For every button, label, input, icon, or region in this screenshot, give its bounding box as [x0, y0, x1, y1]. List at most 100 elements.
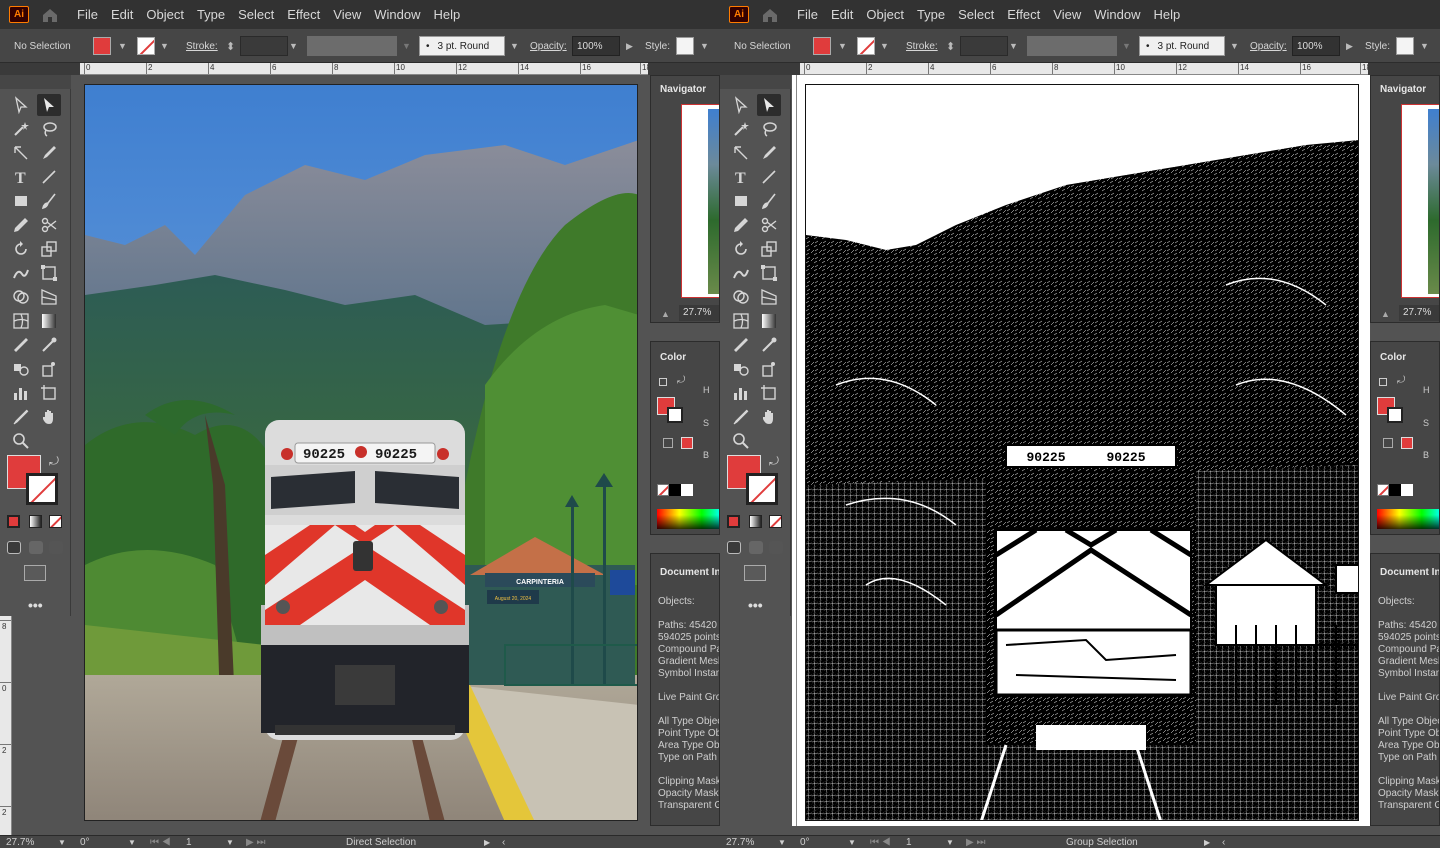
menu-type[interactable]: Type — [917, 7, 945, 22]
panel-stroke-swatch[interactable] — [1387, 407, 1403, 423]
horizontal-ruler[interactable]: 0 2 4 6 8 10 12 14 16 18 — [80, 63, 648, 75]
cube-icon[interactable] — [1383, 438, 1393, 448]
default-colors-icon[interactable] — [1379, 378, 1387, 386]
chevron-left-icon[interactable]: ‹ — [1222, 836, 1225, 848]
stepper-icon[interactable]: ⬍ — [946, 29, 955, 63]
fill-swatch[interactable] — [93, 37, 111, 55]
color-spectrum[interactable] — [657, 509, 719, 529]
perspective-icon[interactable] — [757, 286, 781, 308]
chevron-right-icon[interactable]: ▶ — [484, 836, 490, 848]
stroke-label[interactable]: Stroke: — [186, 29, 218, 63]
curvature-icon[interactable] — [37, 142, 61, 164]
slice-icon[interactable] — [9, 406, 33, 428]
line-icon[interactable] — [757, 166, 781, 188]
chevron-down-icon[interactable]: ▼ — [778, 836, 786, 848]
canvas[interactable]: CARPINTERIA August 20, 2024 90225 90225 — [72, 75, 650, 826]
stroke-weight-field[interactable] — [960, 36, 1008, 56]
stepper-icon[interactable]: ⬍ — [226, 29, 235, 63]
warp-icon[interactable] — [9, 262, 33, 284]
canvas[interactable]: 90225 90225 — [792, 75, 1374, 826]
menu-select[interactable]: Select — [958, 7, 994, 22]
type-icon[interactable]: T — [729, 166, 753, 188]
cube-icon[interactable] — [663, 438, 673, 448]
scissors-icon[interactable] — [37, 214, 61, 236]
home-icon[interactable] — [41, 7, 59, 23]
chevron-down-icon[interactable]: ▼ — [1009, 29, 1018, 63]
chevron-right-icon[interactable]: ▶ — [1204, 836, 1210, 848]
stroke-swatch[interactable] — [137, 37, 155, 55]
chevron-down-icon[interactable]: ▼ — [402, 29, 411, 63]
draw-behind-icon[interactable] — [29, 541, 43, 554]
free-transform-icon[interactable] — [37, 262, 61, 284]
more-tools-icon[interactable]: ••• — [28, 597, 43, 613]
horizontal-ruler[interactable]: 0 2 4 6 8 10 12 14 16 18 — [800, 63, 1368, 75]
artboard-nav-first-icon[interactable]: ⏮ ◀ — [870, 836, 891, 848]
chevron-down-icon[interactable]: ▼ — [880, 29, 889, 63]
chevron-down-icon[interactable]: ▼ — [58, 836, 66, 848]
menu-object[interactable]: Object — [866, 7, 904, 22]
none-mode-icon[interactable] — [49, 515, 62, 528]
menu-select[interactable]: Select — [238, 7, 274, 22]
swap-fill-stroke-icon[interactable]: ⤾ — [49, 454, 59, 469]
chevron-down-icon[interactable]: ▼ — [226, 836, 234, 848]
symbol-sprayer-icon[interactable] — [757, 358, 781, 380]
menu-effect[interactable]: Effect — [1007, 7, 1040, 22]
direct-selection-icon[interactable] — [729, 94, 753, 116]
rotation-value[interactable]: 0° — [800, 836, 810, 848]
chevron-down-icon[interactable]: ▼ — [128, 836, 136, 848]
menu-view[interactable]: View — [1053, 7, 1081, 22]
photo-artwork[interactable]: CARPINTERIA August 20, 2024 90225 90225 — [84, 84, 638, 821]
menu-file[interactable]: File — [797, 7, 818, 22]
chevron-right-icon[interactable]: ▶ — [626, 29, 633, 63]
graph-icon[interactable] — [729, 382, 753, 404]
swap-icon[interactable]: ⤾ — [677, 375, 685, 386]
hand-icon[interactable] — [37, 406, 61, 428]
swap-fill-stroke-icon[interactable]: ⤾ — [769, 454, 779, 469]
shape-builder-icon[interactable] — [9, 286, 33, 308]
eyedropper-icon[interactable] — [9, 334, 33, 356]
opacity-label[interactable]: Opacity: — [1250, 29, 1287, 63]
screen-mode-icon[interactable] — [24, 565, 46, 581]
draw-inside-icon[interactable] — [769, 541, 783, 554]
gamut-swatch[interactable] — [1401, 437, 1413, 449]
stroke-label[interactable]: Stroke: — [906, 29, 938, 63]
navigator-zoom-field[interactable]: 27.7% — [1399, 305, 1439, 321]
menu-effect[interactable]: Effect — [287, 7, 320, 22]
group-selection-icon[interactable] — [37, 94, 61, 116]
paintbrush-icon[interactable] — [757, 190, 781, 212]
zoom-icon[interactable] — [729, 430, 753, 452]
more-tools-icon[interactable]: ••• — [748, 597, 763, 613]
zoom-level[interactable]: 27.7% — [726, 836, 754, 848]
menu-help[interactable]: Help — [1153, 7, 1180, 22]
stroke-weight-field[interactable] — [240, 36, 288, 56]
pencil-icon[interactable] — [729, 214, 753, 236]
rotation-value[interactable]: 0° — [80, 836, 90, 848]
chevron-down-icon[interactable]: ▼ — [946, 836, 954, 848]
mesh-icon[interactable] — [729, 310, 753, 332]
chevron-down-icon[interactable]: ▼ — [1230, 29, 1239, 63]
brush-definition[interactable]: • 3 pt. Round — [419, 36, 505, 56]
zoom-icon[interactable] — [9, 430, 33, 452]
draw-behind-icon[interactable] — [749, 541, 763, 554]
blend-icon[interactable] — [729, 358, 753, 380]
opacity-label[interactable]: Opacity: — [530, 29, 567, 63]
pen-icon[interactable] — [9, 142, 33, 164]
graph-icon[interactable] — [9, 382, 33, 404]
chevron-down-icon[interactable]: ▼ — [700, 29, 709, 63]
gradient-icon[interactable] — [37, 310, 61, 332]
home-icon[interactable] — [761, 7, 779, 23]
none-mode-icon[interactable] — [769, 515, 782, 528]
quick-swatches[interactable] — [1377, 484, 1413, 496]
gradient-mode-icon[interactable] — [29, 515, 42, 528]
warp-icon[interactable] — [729, 262, 753, 284]
chevron-down-icon[interactable]: ▼ — [838, 29, 847, 63]
gradient-mode-icon[interactable] — [749, 515, 762, 528]
color-mode-icon[interactable] — [7, 515, 20, 528]
artboard-icon[interactable] — [757, 382, 781, 404]
menu-object[interactable]: Object — [146, 7, 184, 22]
color-spectrum[interactable] — [1377, 509, 1439, 529]
rectangle-icon[interactable] — [9, 190, 33, 212]
rectangle-icon[interactable] — [729, 190, 753, 212]
chevron-left-icon[interactable]: ‹ — [502, 836, 505, 848]
chevron-down-icon[interactable]: ▼ — [510, 29, 519, 63]
